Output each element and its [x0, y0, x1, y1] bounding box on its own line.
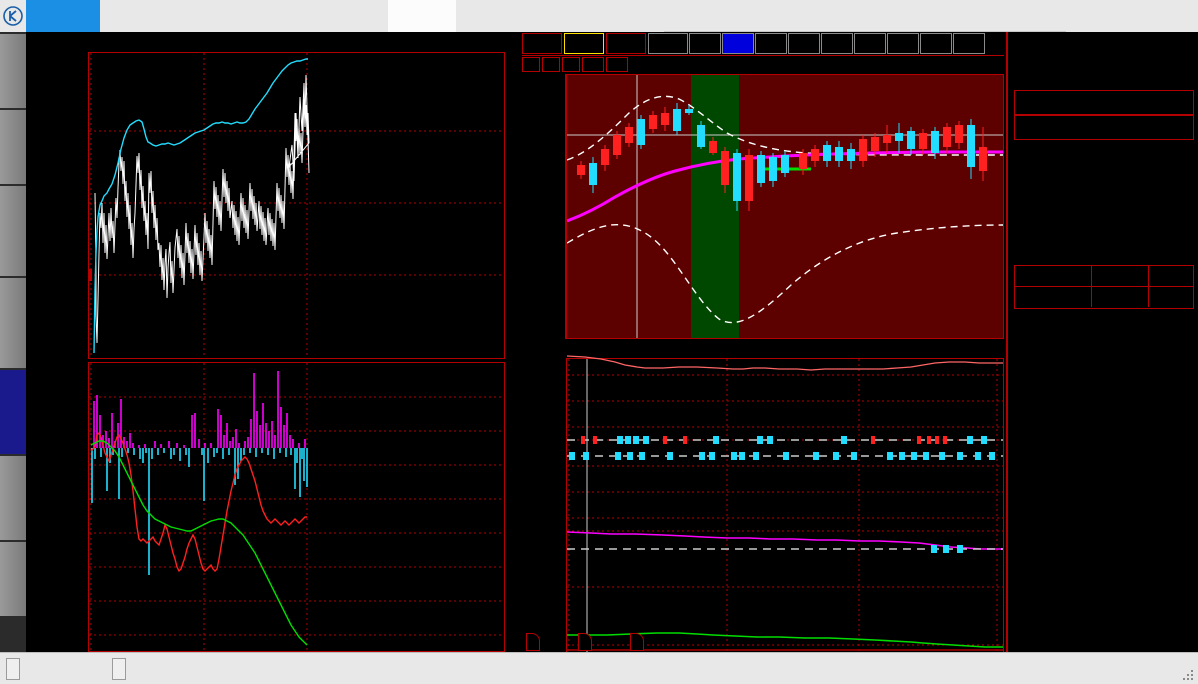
minute-price-plot[interactable]	[88, 52, 505, 359]
scroll-left-icon[interactable]	[582, 57, 604, 72]
nav-tab-windvane[interactable]	[232, 0, 310, 32]
nav-tab-kline[interactable]	[166, 0, 232, 32]
nav-tab-mainforce[interactable]	[310, 0, 388, 32]
sidebar-item-mainforce[interactable]	[0, 278, 26, 368]
period-button-13[interactable]	[821, 33, 853, 54]
nav-tab-combo2[interactable]	[456, 0, 524, 32]
minimize-button[interactable]	[1066, 0, 1110, 32]
period-button-3[interactable]	[722, 33, 754, 54]
sidebar-item-label	[0, 370, 26, 374]
sidebar-item-windvane[interactable]	[0, 186, 26, 276]
app-logo-icon	[0, 0, 26, 32]
kline-plot[interactable]	[566, 74, 1004, 339]
title-bar	[0, 0, 1198, 32]
tick-table-row[interactable]	[1014, 287, 1194, 309]
tick-table-header	[1014, 265, 1194, 287]
triangle-up-icon[interactable]	[522, 57, 540, 72]
left-sidebar	[0, 32, 26, 652]
mode-button-swing[interactable]	[564, 33, 604, 54]
zoom-out-icon[interactable]	[562, 57, 580, 72]
scroll-right-icon[interactable]	[606, 57, 628, 72]
minute-indicator-svg	[89, 363, 504, 651]
period-button-day[interactable]	[953, 33, 985, 54]
period-button-1[interactable]	[689, 33, 721, 54]
period-button-9[interactable]	[788, 33, 820, 54]
period-button-5[interactable]	[755, 33, 787, 54]
left-chart-region	[26, 32, 520, 652]
brand-label	[26, 0, 100, 32]
subtab-classic[interactable]	[630, 633, 644, 651]
quote-panel	[1006, 32, 1198, 652]
sidebar-item-label	[0, 456, 26, 460]
tick-header-price	[1092, 266, 1148, 286]
minute-indicator-plot[interactable]	[88, 362, 505, 652]
nav-tab-combo1[interactable]	[388, 0, 456, 32]
refresh-layout-button[interactable]	[112, 658, 126, 680]
period-button-60[interactable]	[920, 33, 952, 54]
minute-price-svg	[89, 53, 504, 358]
kline-svg	[567, 75, 1003, 338]
fund-super-label	[566, 343, 574, 357]
zoom-in-icon[interactable]	[542, 57, 560, 72]
left-chart-infobar	[26, 32, 520, 50]
kline-info-column	[522, 74, 566, 339]
tick-price	[1095, 287, 1147, 307]
fund-flow-svg	[567, 359, 1003, 653]
resize-grip-icon[interactable]	[1182, 669, 1194, 681]
nav-tab-quote[interactable]	[524, 0, 580, 32]
sidebar-item-combo1[interactable]	[0, 370, 26, 454]
kinfo-date	[522, 74, 565, 77]
quote-stats-grid	[1014, 144, 1194, 236]
fund-big-label	[582, 343, 596, 357]
skin-button[interactable]	[6, 658, 20, 680]
sidebar-item-label	[0, 542, 26, 546]
subtab-funds[interactable]	[578, 633, 592, 651]
sidebar-item-label	[0, 34, 26, 38]
mode-button-ultrashort[interactable]	[522, 33, 562, 54]
nav-tab-live[interactable]	[580, 0, 664, 32]
main-canvas	[26, 32, 1198, 652]
ask-row[interactable]	[1014, 90, 1194, 115]
bid-row[interactable]	[1014, 115, 1194, 140]
sidebar-item-label	[0, 278, 26, 282]
period-button-90s[interactable]	[648, 33, 688, 54]
tick-time	[1019, 287, 1091, 307]
fund-retail-label	[604, 343, 618, 357]
fund-big-delta	[596, 343, 604, 357]
sidebar-item-quote[interactable]	[0, 542, 26, 616]
mode-button-trend[interactable]	[606, 33, 646, 54]
tick-header-time	[1015, 266, 1091, 286]
sidebar-item-kline[interactable]	[0, 110, 26, 184]
maximize-button[interactable]	[1110, 0, 1154, 32]
timeframe-toolbar	[522, 33, 1004, 55]
sidebar-item-combo2[interactable]	[0, 456, 26, 540]
close-button[interactable]	[1154, 0, 1198, 32]
kline-region	[520, 32, 1006, 652]
tick-volume	[1149, 287, 1191, 307]
fund-flow-plot[interactable]	[566, 358, 1004, 654]
fund-super-delta	[574, 343, 582, 357]
nav-tab-monitor[interactable]	[100, 0, 166, 32]
status-bar	[0, 652, 1198, 684]
sidebar-item-label	[0, 110, 26, 114]
green-zone-band	[691, 75, 739, 338]
sidebar-item-monitor[interactable]	[0, 34, 26, 108]
fund-flow-header	[566, 342, 1004, 358]
fund-retail-delta	[618, 343, 626, 357]
period-button-15[interactable]	[854, 33, 886, 54]
sidebar-item-label	[0, 186, 26, 190]
toolbar-divider	[522, 55, 1004, 56]
subtab-swing[interactable]	[526, 633, 540, 651]
period-button-30[interactable]	[887, 33, 919, 54]
tick-header-volume	[1149, 266, 1193, 286]
